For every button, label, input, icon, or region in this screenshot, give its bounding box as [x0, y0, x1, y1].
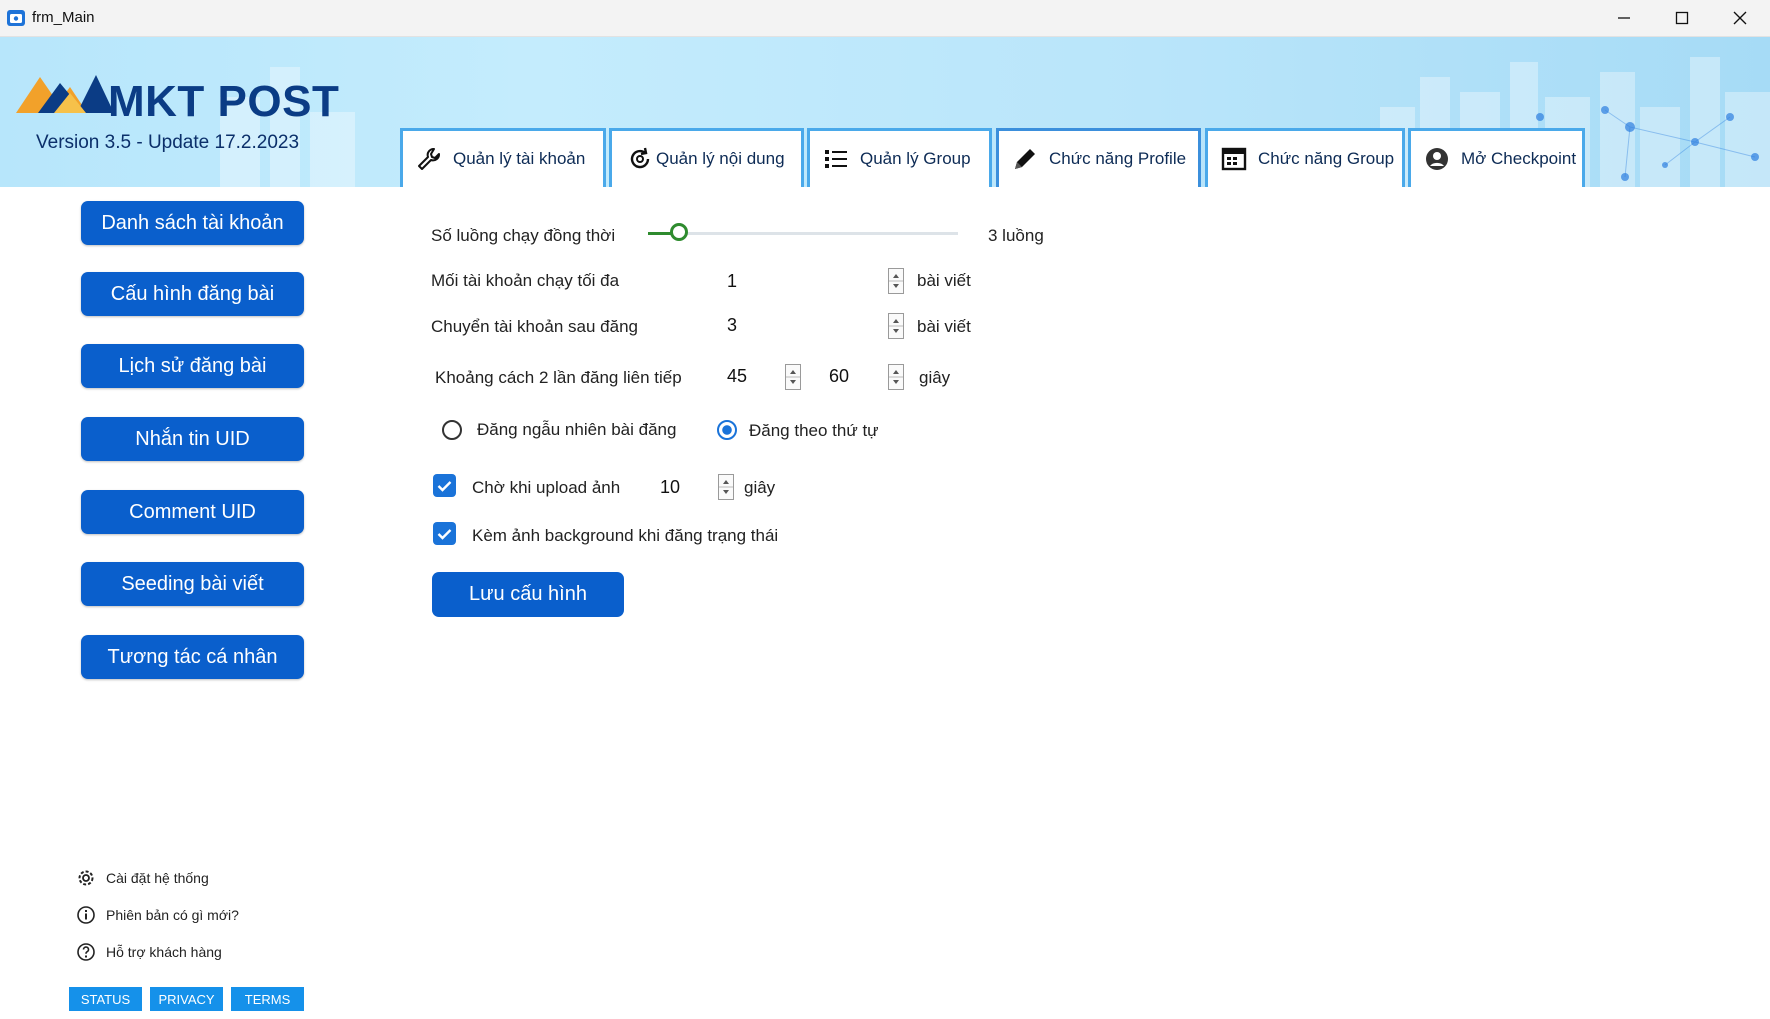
interval-label: Khoảng cách 2 lần đăng liên tiếp [435, 368, 682, 387]
pencil-icon [1015, 149, 1035, 169]
save-config-button[interactable]: Lưu cấu hình [432, 572, 624, 617]
support-link[interactable]: Hỗ trợ khách hàng [76, 942, 222, 962]
tab-profile-functions[interactable]: Chức năng Profile [996, 128, 1201, 187]
app-icon [7, 10, 25, 26]
sidebar-item-comment-uid[interactable]: Comment UID [81, 490, 304, 534]
threads-slider[interactable] [648, 223, 958, 252]
interval-min-input[interactable]: 45 [727, 366, 747, 387]
logo-icon [16, 75, 114, 113]
sidebar-item-seeding[interactable]: Seeding bài viết [81, 562, 304, 606]
wait-upload-checkbox[interactable] [433, 474, 456, 497]
sequential-order-label[interactable]: Đăng theo thứ tự [749, 421, 879, 441]
interval-unit: giây [919, 368, 951, 387]
background-checkbox[interactable] [433, 522, 456, 545]
wait-upload-input[interactable]: 10 [660, 477, 680, 498]
sidebar-item-personal-interaction[interactable]: Tương tác cá nhân [81, 635, 304, 679]
window-title: frm_Main [32, 9, 95, 26]
wait-upload-label: Chờ khi upload ảnh [472, 478, 621, 497]
close-button[interactable] [1711, 0, 1769, 36]
tab-label: Chức năng Profile [1049, 149, 1187, 168]
max-per-account-label: Mối tài khoản chạy tối đa [431, 271, 620, 290]
tab-label: Mở Checkpoint [1461, 149, 1577, 168]
info-icon [77, 906, 95, 924]
checkmark-icon [437, 528, 452, 540]
switch-after-label: Chuyển tài khoản sau đăng [431, 317, 638, 336]
tab-label: Quản lý nội dung [656, 149, 785, 168]
switch-after-stepper[interactable] [888, 313, 904, 339]
sidebar-item-account-list[interactable]: Danh sách tài khoản [81, 201, 304, 245]
sidebar-item-post-history[interactable]: Lịch sử đăng bài [81, 344, 304, 388]
user-circle-icon [1426, 148, 1448, 170]
refresh-cog-icon [630, 147, 650, 169]
tab-content-management[interactable]: Quản lý nội dung [609, 128, 804, 187]
maximize-icon [1675, 11, 1689, 25]
tab-label: Quản lý tài khoản [453, 149, 586, 168]
calendar-grid-icon [1221, 147, 1247, 171]
help-icon [77, 943, 95, 961]
checkmark-icon [437, 480, 452, 492]
terms-link[interactable]: TERMS [231, 987, 304, 1011]
interval-max-stepper[interactable] [888, 364, 904, 390]
whats-new-link[interactable]: Phiên bản có gì mới? [76, 905, 239, 925]
tab-label: Quản lý Group [860, 149, 971, 168]
tab-label: Chức năng Group [1258, 149, 1395, 168]
switch-after-unit: bài viết [917, 317, 971, 336]
window-titlebar: frm_Main [0, 0, 1770, 37]
random-order-label[interactable]: Đăng ngẫu nhiên bài đăng [477, 420, 676, 440]
interval-max-input[interactable]: 60 [829, 366, 849, 387]
tab-group-management[interactable]: Quản lý Group [807, 128, 992, 187]
settings-link[interactable]: Cài đặt hệ thống [76, 868, 209, 888]
max-per-account-stepper[interactable] [888, 268, 904, 294]
maximize-button[interactable] [1653, 0, 1711, 36]
random-order-radio[interactable] [442, 420, 462, 440]
tab-group-functions[interactable]: Chức năng Group [1205, 128, 1405, 187]
gear-icon [78, 870, 94, 886]
version-label: Version 3.5 - Update 17.2.2023 [36, 132, 300, 153]
threads-value: 3 luồng [988, 226, 1044, 245]
support-label: Hỗ trợ khách hàng [106, 944, 222, 960]
tab-open-checkpoint[interactable]: Mở Checkpoint [1408, 128, 1585, 187]
sequential-order-radio[interactable] [717, 420, 737, 440]
whats-new-label: Phiên bản có gì mới? [106, 907, 239, 923]
sidebar-item-message-uid[interactable]: Nhắn tin UID [81, 417, 304, 461]
sidebar-item-post-config[interactable]: Cấu hình đăng bài [81, 272, 304, 316]
status-link[interactable]: STATUS [69, 987, 142, 1011]
close-icon [1733, 11, 1747, 25]
minimize-button[interactable] [1595, 0, 1653, 36]
list-icon [825, 150, 847, 168]
slider-thumb[interactable] [670, 223, 688, 241]
logo-text: MKT POST [108, 77, 340, 126]
switch-after-input[interactable]: 3 [727, 315, 737, 336]
max-per-account-input[interactable]: 1 [727, 271, 737, 292]
privacy-link[interactable]: PRIVACY [150, 987, 223, 1011]
threads-label: Số luồng chạy đồng thời [431, 226, 616, 245]
interval-min-stepper[interactable] [785, 364, 801, 390]
settings-label: Cài đặt hệ thống [106, 870, 209, 886]
slider-track [648, 232, 958, 235]
tab-account-management[interactable]: Quản lý tài khoản [400, 128, 606, 187]
max-per-account-unit: bài viết [917, 271, 971, 290]
minimize-icon [1618, 17, 1630, 19]
wait-upload-unit: giây [744, 478, 776, 497]
wait-upload-stepper[interactable] [718, 474, 734, 500]
wrench-icon [418, 148, 440, 170]
background-label: Kèm ảnh background khi đăng trạng thái [472, 526, 779, 545]
